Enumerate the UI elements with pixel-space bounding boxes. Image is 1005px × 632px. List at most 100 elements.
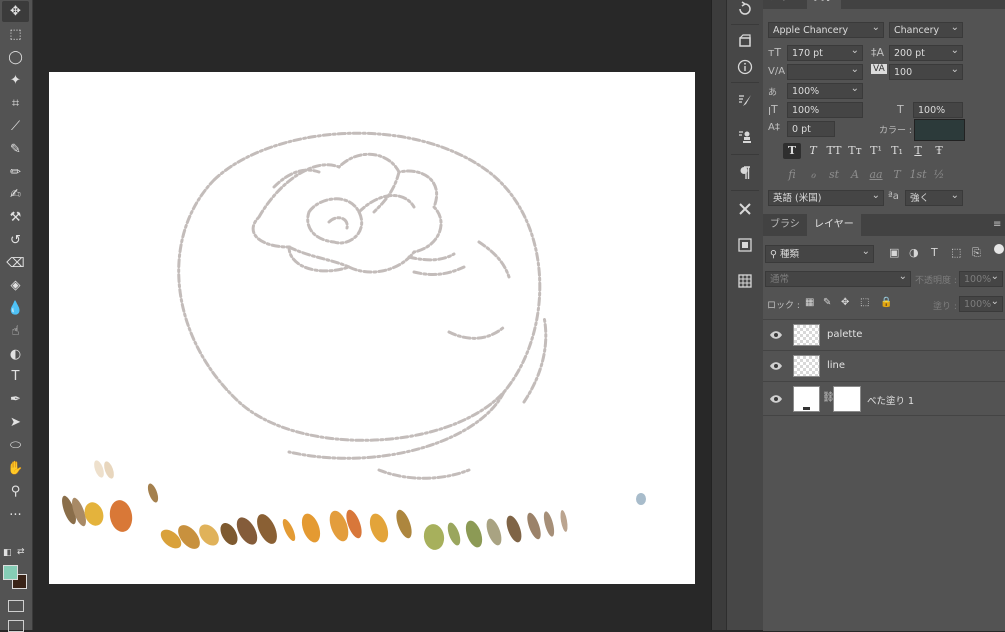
font-size-icon: ᴛT bbox=[768, 46, 782, 59]
font-size-field[interactable]: 170 pt bbox=[787, 45, 863, 61]
small-caps-button[interactable]: Tт bbox=[846, 143, 864, 159]
fill-layer-thumbnail bbox=[793, 386, 820, 412]
smudge-tool-icon[interactable]: ☝ bbox=[2, 321, 29, 342]
leading-icon: ‡A bbox=[871, 46, 885, 59]
eraser-tool-icon[interactable]: ⌫ bbox=[2, 253, 29, 274]
text-color-swatch[interactable] bbox=[914, 119, 965, 141]
brush-settings-icon[interactable] bbox=[733, 90, 757, 112]
language-select[interactable]: 英語 (米国) bbox=[768, 190, 884, 206]
mixer-brush-tool-icon[interactable]: ✍ bbox=[2, 184, 29, 205]
baseline-shift-field[interactable]: 0 pt bbox=[787, 121, 835, 137]
quick-mask-icon[interactable] bbox=[8, 600, 24, 612]
swap-colors-icon[interactable]: ⇄ bbox=[17, 547, 25, 557]
more-tools-icon[interactable]: ··· bbox=[2, 505, 29, 526]
tsume-field[interactable]: 100% bbox=[787, 83, 863, 99]
tab-layers[interactable]: レイヤー bbox=[807, 214, 861, 236]
layer-row-palette[interactable]: palette bbox=[763, 319, 1005, 350]
canvas-artwork bbox=[62, 131, 646, 550]
paragraph-icon[interactable] bbox=[733, 162, 757, 184]
zoom-tool-icon[interactable]: ⚲ bbox=[2, 481, 29, 502]
filter-smart-object-icon[interactable]: ⎘ bbox=[972, 246, 981, 260]
magic-wand-tool-icon[interactable]: ✦ bbox=[2, 70, 29, 91]
history-icon[interactable] bbox=[733, 0, 757, 20]
tab-brushes[interactable]: ブラシ bbox=[763, 214, 807, 236]
fill-field[interactable]: 100% bbox=[959, 296, 1003, 312]
history-brush-tool-icon[interactable]: ↺ bbox=[2, 230, 29, 251]
horizontal-scale-field[interactable]: 100% bbox=[913, 102, 963, 118]
visibility-eye-icon[interactable] bbox=[769, 330, 783, 340]
filter-type-icon[interactable]: T bbox=[931, 246, 938, 259]
visibility-eye-icon[interactable] bbox=[769, 394, 783, 404]
marquee-tool-icon[interactable]: ⬚ bbox=[2, 24, 29, 45]
swash-button[interactable]: A bbox=[846, 167, 864, 183]
filter-shape-icon[interactable]: ⬚ bbox=[951, 246, 961, 259]
opacity-field[interactable]: 100% bbox=[959, 271, 1003, 287]
paint-bucket-tool-icon[interactable]: ◈ bbox=[2, 275, 29, 296]
filter-adjustment-icon[interactable]: ◑ bbox=[909, 246, 919, 259]
lock-image-icon[interactable]: ✎ bbox=[823, 297, 831, 308]
ligatures-button[interactable]: fi bbox=[783, 167, 801, 183]
subscript-button[interactable]: T₁ bbox=[888, 143, 906, 159]
ordinals-button[interactable]: 1st bbox=[909, 167, 927, 183]
clone-source-icon[interactable] bbox=[733, 126, 757, 148]
filter-pixel-icon[interactable]: ▣ bbox=[889, 246, 899, 259]
pencil-tool-icon[interactable]: ✏ bbox=[2, 162, 29, 183]
lock-all-icon[interactable]: 🔒 bbox=[880, 297, 892, 308]
foreground-color-swatch[interactable] bbox=[3, 565, 18, 580]
type-tool-icon[interactable]: T bbox=[2, 366, 29, 387]
strikethrough-button[interactable]: Ŧ bbox=[930, 143, 948, 159]
leading-field[interactable]: 200 pt bbox=[889, 45, 963, 61]
move-tool-icon[interactable]: ✥ bbox=[2, 1, 29, 22]
faux-italic-button[interactable]: T bbox=[804, 143, 822, 159]
lock-position-icon[interactable]: ✥ bbox=[841, 297, 849, 308]
blend-mode-select[interactable]: 通常 bbox=[765, 271, 911, 287]
visibility-eye-icon[interactable] bbox=[769, 361, 783, 371]
titling-button[interactable]: T bbox=[888, 167, 906, 183]
layer-row-fill[interactable]: ⛓ べた塗り 1 bbox=[763, 381, 1005, 415]
blur-tool-icon[interactable]: 💧 bbox=[2, 298, 29, 319]
underline-button[interactable]: T bbox=[909, 143, 927, 159]
all-caps-button[interactable]: TT bbox=[825, 143, 843, 159]
antialias-icon: ªa bbox=[888, 191, 899, 202]
tracking-field[interactable]: 100 bbox=[889, 64, 963, 80]
grid-icon[interactable] bbox=[733, 270, 757, 292]
vertical-scale-field[interactable]: 100% bbox=[787, 102, 863, 118]
layer-mask-thumbnail[interactable] bbox=[833, 386, 861, 412]
faux-bold-button[interactable]: T bbox=[783, 143, 801, 159]
vertical-scrollbar[interactable] bbox=[711, 0, 727, 630]
filter-toggle-icon[interactable] bbox=[994, 244, 1004, 254]
font-family-select[interactable]: Apple Chancery bbox=[768, 22, 884, 38]
font-style-select[interactable]: Chancery bbox=[889, 22, 963, 38]
pen-tool-icon[interactable]: ✒ bbox=[2, 389, 29, 410]
fractions-button[interactable]: ½ bbox=[930, 167, 948, 183]
hand-tool-icon[interactable]: ✋ bbox=[2, 458, 29, 479]
lock-transparent-icon[interactable]: ▦ bbox=[805, 297, 814, 308]
brush-tool-icon[interactable]: ✎ bbox=[2, 139, 29, 160]
tool-presets-icon[interactable] bbox=[733, 198, 757, 220]
lasso-tool-icon[interactable]: ◯ bbox=[2, 47, 29, 68]
superscript-button[interactable]: T¹ bbox=[867, 143, 885, 159]
info-icon[interactable] bbox=[733, 56, 757, 78]
navigator-icon[interactable] bbox=[733, 234, 757, 256]
old-style-button[interactable]: st bbox=[825, 167, 843, 183]
kerning-field[interactable] bbox=[787, 64, 863, 80]
ellipse-tool-icon[interactable]: ⬭ bbox=[2, 435, 29, 456]
crop-tool-icon[interactable]: ⌗ bbox=[2, 93, 29, 114]
canvas[interactable] bbox=[49, 72, 695, 584]
screen-mode-icon[interactable] bbox=[8, 620, 24, 632]
tab-character[interactable]: 文字 bbox=[807, 0, 841, 9]
default-colors-icon[interactable]: ◧ bbox=[3, 548, 13, 558]
path-selection-tool-icon[interactable]: ➤ bbox=[2, 412, 29, 433]
panel-menu-icon[interactable]: ≡ bbox=[993, 219, 1001, 230]
dodge-tool-icon[interactable]: ◐ bbox=[2, 344, 29, 365]
eyedropper-tool-icon[interactable]: ⟋ bbox=[2, 116, 29, 137]
layer-filter-select[interactable]: ⚲ 種類 bbox=[765, 245, 874, 263]
clone-stamp-tool-icon[interactable]: ⚒ bbox=[2, 207, 29, 228]
antialias-select[interactable]: 強く bbox=[905, 190, 963, 206]
stylistic-alternates-button[interactable]: aa bbox=[867, 167, 885, 183]
tab-color[interactable]: カラー bbox=[763, 0, 807, 9]
3d-icon[interactable] bbox=[733, 30, 757, 52]
layer-row-line[interactable]: line bbox=[763, 350, 1005, 381]
lock-artboard-icon[interactable]: ⬚ bbox=[860, 297, 869, 308]
discretionary-ligatures-button[interactable]: ℴ bbox=[804, 167, 822, 183]
